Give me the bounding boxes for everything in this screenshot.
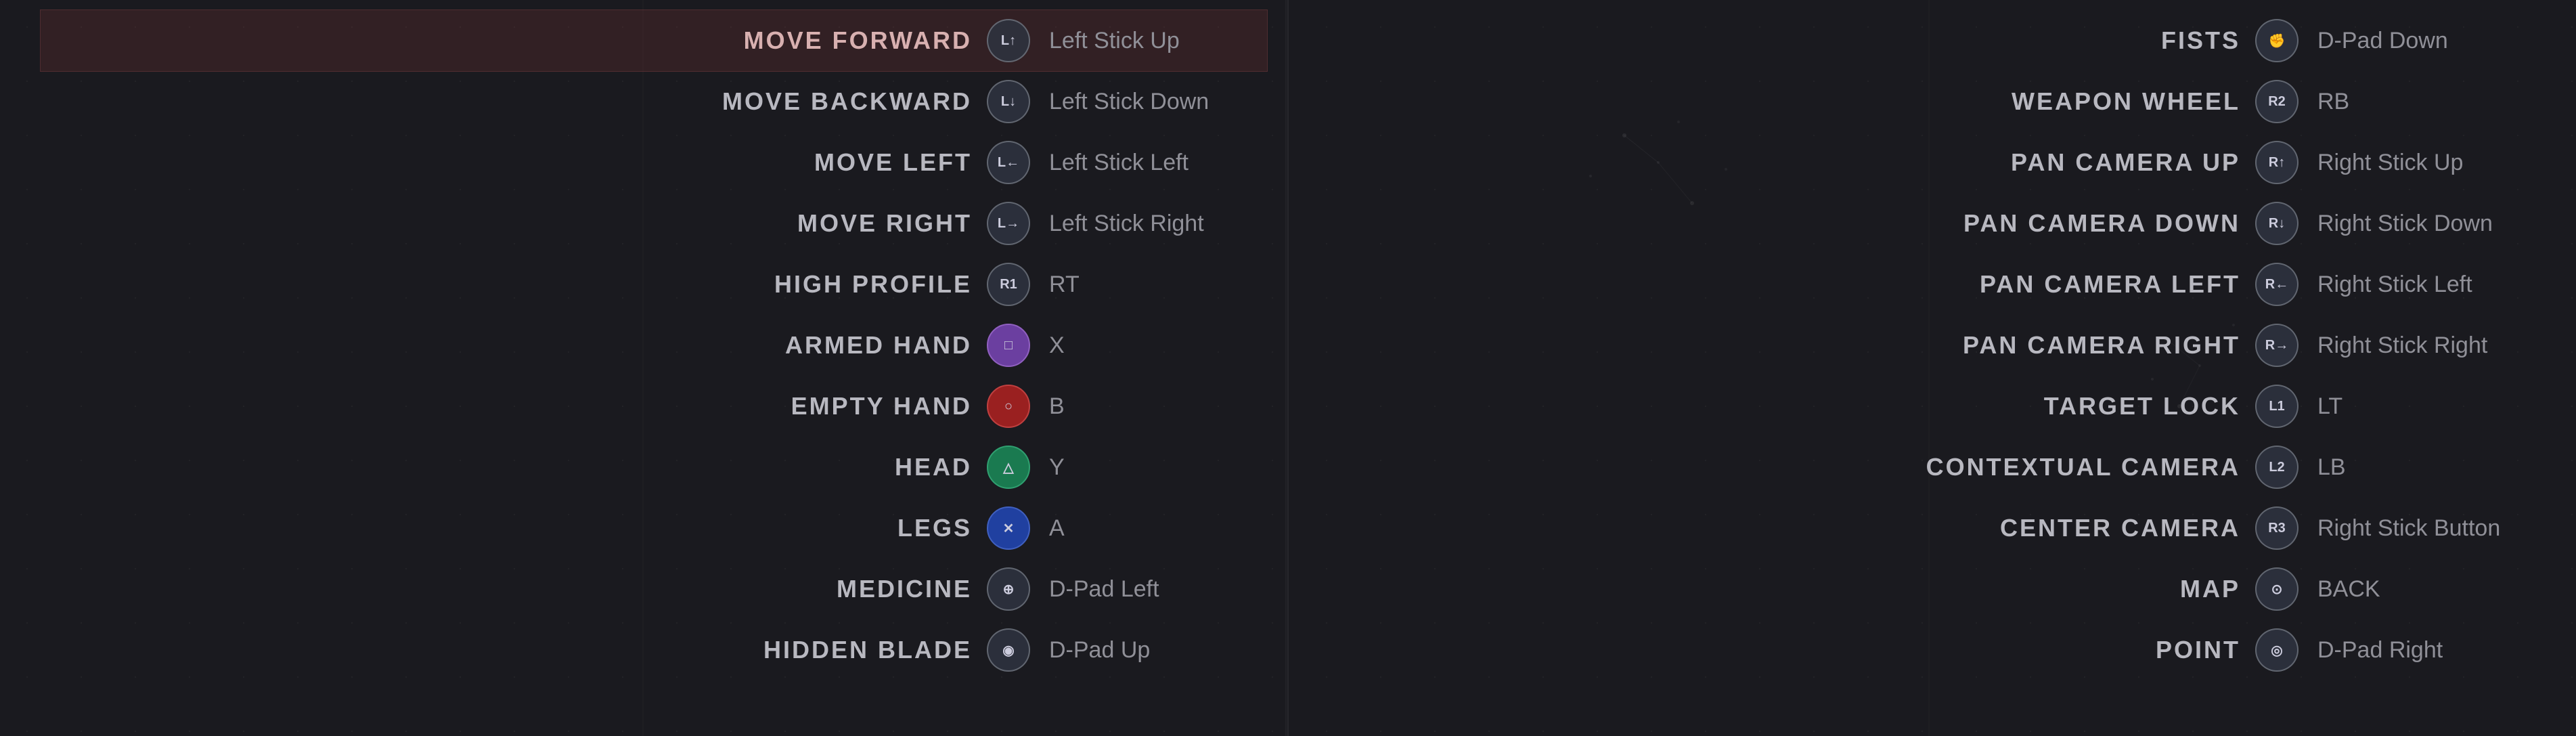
button-icon: R3	[2255, 506, 2299, 550]
key-binding-label: RB	[2299, 89, 2556, 115]
key-binding-label: Right Stick Right	[2299, 332, 2556, 359]
action-label: MEDICINE	[41, 575, 987, 603]
action-label: MOVE RIGHT	[41, 209, 987, 238]
action-label: MOVE BACKWARD	[41, 87, 987, 116]
binding-row-move-backward[interactable]: MOVE BACKWARD L↓ Left Stick Down	[41, 71, 1267, 132]
button-icon: R2	[2255, 80, 2299, 123]
right-bindings-panel: FISTS ✊ D-Pad Down WEAPON WHEEL R2 RB PA…	[1289, 0, 2576, 736]
key-binding-label: A	[1030, 515, 1267, 542]
action-label: CONTEXTUAL CAMERA	[1329, 453, 2255, 481]
left-rows-container: MOVE FORWARD L↑ Left Stick Up MOVE BACKW…	[41, 10, 1267, 680]
button-icon: ○	[987, 385, 1030, 428]
binding-row-contextual-camera[interactable]: CONTEXTUAL CAMERA L2 LB	[1329, 437, 2556, 498]
binding-row-center-camera[interactable]: CENTER CAMERA R3 Right Stick Button	[1329, 498, 2556, 559]
action-label: MOVE LEFT	[41, 148, 987, 177]
binding-row-pan-camera-up[interactable]: PAN CAMERA UP R↑ Right Stick Up	[1329, 132, 2556, 193]
action-label: PAN CAMERA LEFT	[1329, 270, 2255, 299]
action-label: MAP	[1329, 575, 2255, 603]
binding-row-weapon-wheel[interactable]: WEAPON WHEEL R2 RB	[1329, 71, 2556, 132]
button-icon: L→	[987, 202, 1030, 245]
button-icon: △	[987, 446, 1030, 489]
binding-row-armed-hand[interactable]: ARMED HAND □ X	[41, 315, 1267, 376]
button-icon: L↓	[987, 80, 1030, 123]
button-icon: ⊕	[987, 567, 1030, 611]
key-binding-label: Left Stick Down	[1030, 89, 1267, 115]
action-label: ARMED HAND	[41, 331, 987, 360]
action-label: HIGH PROFILE	[41, 270, 987, 299]
key-binding-label: Left Stick Left	[1030, 150, 1267, 176]
key-binding-label: X	[1030, 332, 1267, 359]
button-icon: L↑	[987, 19, 1030, 62]
key-binding-label: LB	[2299, 454, 2556, 481]
action-label: CENTER CAMERA	[1329, 514, 2255, 542]
key-binding-label: Left Stick Right	[1030, 211, 1267, 237]
key-binding-label: D-Pad Left	[1030, 576, 1267, 603]
binding-row-point[interactable]: POINT ◎ D-Pad Right	[1329, 620, 2556, 680]
key-binding-label: LT	[2299, 393, 2556, 420]
left-bindings-panel: MOVE FORWARD L↑ Left Stick Up MOVE BACKW…	[0, 0, 1287, 736]
button-icon: ✊	[2255, 19, 2299, 62]
action-label: PAN CAMERA DOWN	[1329, 209, 2255, 238]
key-binding-label: Right Stick Left	[2299, 272, 2556, 298]
binding-row-move-right[interactable]: MOVE RIGHT L→ Left Stick Right	[41, 193, 1267, 254]
key-binding-label: D-Pad Right	[2299, 637, 2556, 664]
key-binding-label: Left Stick Up	[1030, 28, 1267, 54]
action-label: HIDDEN BLADE	[41, 636, 987, 664]
button-icon: L←	[987, 141, 1030, 184]
button-icon: L1	[2255, 385, 2299, 428]
button-icon: L2	[2255, 446, 2299, 489]
button-icon: ✕	[987, 506, 1030, 550]
binding-row-high-profile[interactable]: HIGH PROFILE R1 RT	[41, 254, 1267, 315]
binding-row-pan-camera-left[interactable]: PAN CAMERA LEFT R← Right Stick Left	[1329, 254, 2556, 315]
action-label: POINT	[1329, 636, 2255, 664]
right-rows-container: FISTS ✊ D-Pad Down WEAPON WHEEL R2 RB PA…	[1329, 10, 2556, 680]
binding-row-pan-camera-right[interactable]: PAN CAMERA RIGHT R→ Right Stick Right	[1329, 315, 2556, 376]
key-binding-label: BACK	[2299, 576, 2556, 603]
button-icon: R→	[2255, 324, 2299, 367]
binding-row-head[interactable]: HEAD △ Y	[41, 437, 1267, 498]
action-label: WEAPON WHEEL	[1329, 87, 2255, 116]
action-label: FISTS	[1329, 26, 2255, 55]
key-binding-label: D-Pad Up	[1030, 637, 1267, 664]
binding-row-target-lock[interactable]: TARGET LOCK L1 LT	[1329, 376, 2556, 437]
action-label: MOVE FORWARD	[41, 26, 987, 55]
key-binding-label: Y	[1030, 454, 1267, 481]
action-label: PAN CAMERA UP	[1329, 148, 2255, 177]
action-label: PAN CAMERA RIGHT	[1329, 331, 2255, 360]
button-icon: R↑	[2255, 141, 2299, 184]
key-binding-label: Right Stick Up	[2299, 150, 2556, 176]
binding-row-legs[interactable]: LEGS ✕ A	[41, 498, 1267, 559]
binding-row-map[interactable]: MAP ⊙ BACK	[1329, 559, 2556, 620]
button-icon: R1	[987, 263, 1030, 306]
key-binding-label: B	[1030, 393, 1267, 420]
binding-row-move-forward[interactable]: MOVE FORWARD L↑ Left Stick Up	[41, 10, 1267, 71]
button-icon: ◉	[987, 628, 1030, 672]
main-layout: MOVE FORWARD L↑ Left Stick Up MOVE BACKW…	[0, 0, 2576, 736]
binding-row-empty-hand[interactable]: EMPTY HAND ○ B	[41, 376, 1267, 437]
button-icon: □	[987, 324, 1030, 367]
key-binding-label: Right Stick Down	[2299, 211, 2556, 237]
binding-row-medicine[interactable]: MEDICINE ⊕ D-Pad Left	[41, 559, 1267, 620]
binding-row-fists[interactable]: FISTS ✊ D-Pad Down	[1329, 10, 2556, 71]
binding-row-move-left[interactable]: MOVE LEFT L← Left Stick Left	[41, 132, 1267, 193]
binding-row-pan-camera-down[interactable]: PAN CAMERA DOWN R↓ Right Stick Down	[1329, 193, 2556, 254]
action-label: LEGS	[41, 514, 987, 542]
button-icon: ⊙	[2255, 567, 2299, 611]
button-icon: R←	[2255, 263, 2299, 306]
button-icon: ◎	[2255, 628, 2299, 672]
binding-row-hidden-blade[interactable]: HIDDEN BLADE ◉ D-Pad Up	[41, 620, 1267, 680]
action-label: TARGET LOCK	[1329, 392, 2255, 420]
key-binding-label: D-Pad Down	[2299, 28, 2556, 54]
button-icon: R↓	[2255, 202, 2299, 245]
key-binding-label: RT	[1030, 272, 1267, 298]
action-label: HEAD	[41, 453, 987, 481]
key-binding-label: Right Stick Button	[2299, 515, 2556, 542]
action-label: EMPTY HAND	[41, 392, 987, 420]
